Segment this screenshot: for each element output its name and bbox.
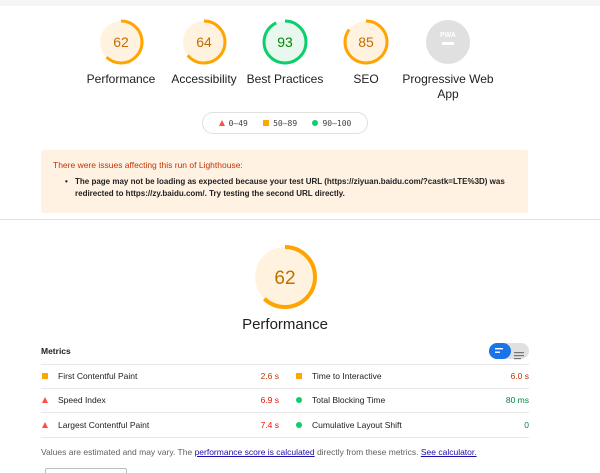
gauge-score: 64 <box>196 34 212 50</box>
red-triangle-icon <box>42 422 48 428</box>
orange-square-icon <box>42 373 48 379</box>
warning-title: There were issues affecting this run of … <box>53 160 243 170</box>
score-legend: 0–49 50–89 90–100 <box>202 112 368 134</box>
metrics-title: Metrics <box>41 346 71 356</box>
legend-pass: 90–100 <box>312 119 351 128</box>
metric-name: Total Blocking Time <box>312 395 386 405</box>
metric-value: 6.9 s <box>260 395 279 405</box>
red-triangle-icon <box>42 397 48 403</box>
gauge-label: Progressive Web App <box>402 72 494 101</box>
runtime-warning: There were issues affecting this run of … <box>41 150 528 213</box>
performance-gauge: 62 <box>250 242 320 312</box>
gauge-score: 93 <box>277 34 293 50</box>
performance-title: Performance <box>242 316 328 333</box>
warning-list: The page may not be loading as expected … <box>53 176 516 200</box>
summary-gauges: 62 Performance 64 Accessibility 93 Best … <box>0 18 600 108</box>
metric-fcp[interactable]: First Contentful Paint 2.6 s <box>41 364 279 388</box>
metrics-note: Values are estimated and may vary. The p… <box>41 447 477 457</box>
red-triangle-icon <box>218 120 225 126</box>
gauge-ring: 64 <box>181 19 227 65</box>
green-circle-icon <box>312 120 319 126</box>
gauge-score: 85 <box>358 34 374 50</box>
green-circle-icon <box>296 397 302 403</box>
note-text: directly from these metrics. <box>314 447 421 457</box>
orange-square-icon <box>263 120 270 126</box>
gauge-score: 62 <box>113 34 129 50</box>
detailed-view-icon[interactable] <box>514 347 525 365</box>
metric-name: Time to Interactive <box>312 371 382 381</box>
metric-value: 6.0 s <box>510 371 529 381</box>
list-view-icon[interactable] <box>489 343 511 359</box>
pwa-icon: PWA <box>426 20 470 64</box>
metric-tbt[interactable]: Total Blocking Time 80 ms <box>295 388 529 412</box>
note-text: Values are estimated and may vary. The <box>41 447 195 457</box>
metric-value: 0 <box>524 420 529 430</box>
gauge-ring: 93 <box>262 19 308 65</box>
legend-range: 0–49 <box>228 118 248 128</box>
gauge-ring: 62 <box>98 19 144 65</box>
metric-tti[interactable]: Time to Interactive 6.0 s <box>295 364 529 388</box>
legend-average: 50–89 <box>263 119 297 128</box>
metrics-header: Metrics <box>41 343 529 361</box>
top-strip <box>0 0 600 6</box>
performance-score: 62 <box>274 268 295 289</box>
legend-fail: 0–49 <box>218 118 248 128</box>
metric-name: First Contentful Paint <box>58 371 138 381</box>
metric-name: Cumulative Layout Shift <box>312 420 402 430</box>
orange-square-icon <box>296 373 302 379</box>
legend-range: 90–100 <box>322 118 352 128</box>
metric-name: Largest Contentful Paint <box>58 420 150 430</box>
metric-value: 2.6 s <box>260 371 279 381</box>
section-divider <box>0 219 600 220</box>
metric-value: 80 ms <box>505 395 529 405</box>
metric-name: Speed Index <box>58 395 106 405</box>
gauge-pwa[interactable]: PWA Progressive Web App <box>398 18 498 102</box>
metrics-rule <box>41 437 529 438</box>
metric-lcp[interactable]: Largest Contentful Paint 7.4 s <box>41 413 279 437</box>
metric-value: 7.4 s <box>260 420 279 430</box>
green-circle-icon <box>296 422 302 428</box>
pwa-badge-text: PWA <box>440 32 456 39</box>
warning-item: The page may not be loading as expected … <box>65 176 516 200</box>
see-calculator-link[interactable]: See calculator. <box>421 447 477 457</box>
metrics-view-toggle[interactable] <box>489 343 529 360</box>
legend-range: 50–89 <box>273 118 298 128</box>
metric-speed-index[interactable]: Speed Index 6.9 s <box>41 388 279 412</box>
metric-cls[interactable]: Cumulative Layout Shift 0 <box>295 413 529 437</box>
view-treemap-button[interactable] <box>45 468 127 473</box>
gauge-ring: 85 <box>343 19 389 65</box>
performance-ring: 62 <box>253 245 317 309</box>
score-calculation-link[interactable]: performance score is calculated <box>195 447 315 457</box>
